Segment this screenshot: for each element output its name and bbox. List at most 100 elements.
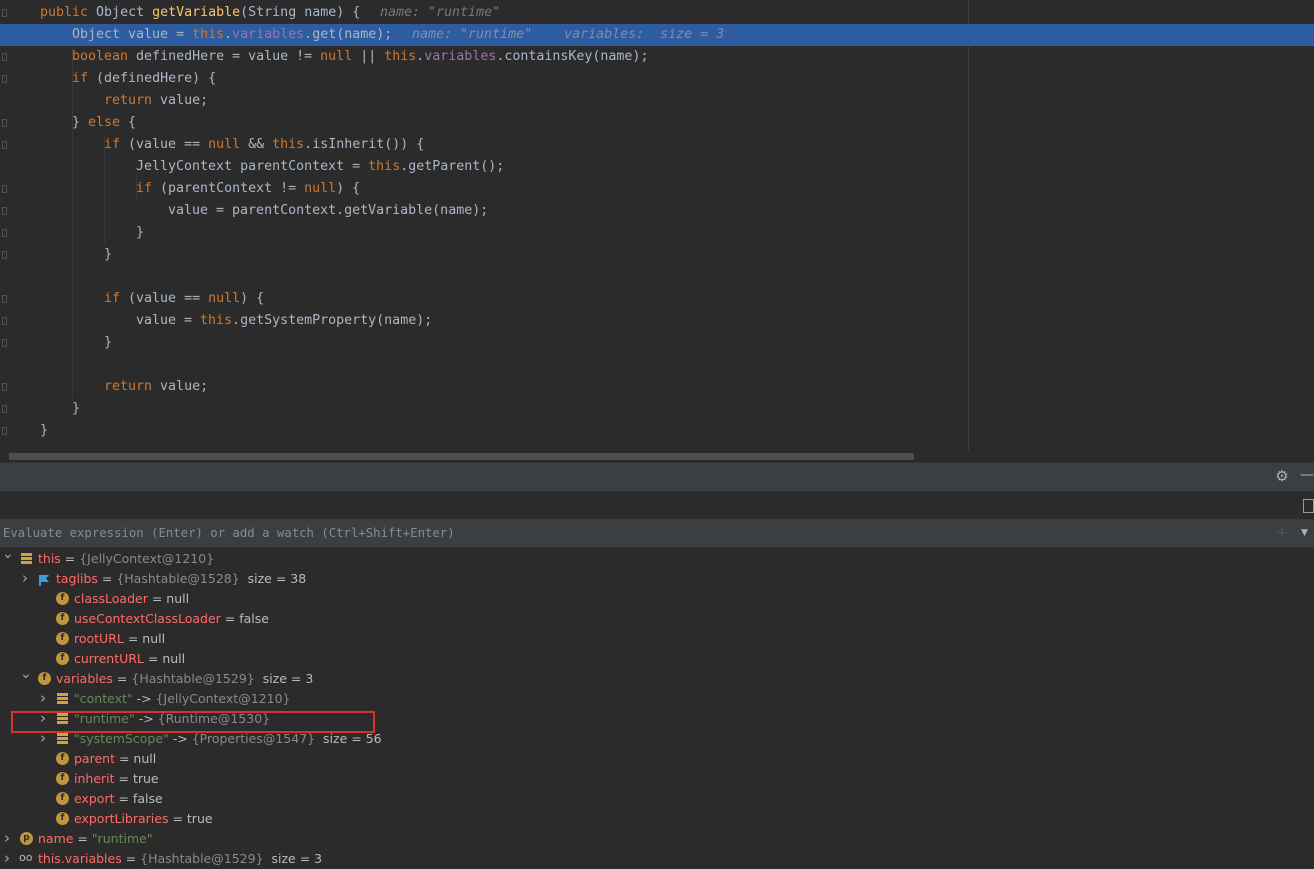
code-token: } xyxy=(104,335,113,350)
variable-row[interactable]: › oo this.variables = {Hashtable@1529} siz… xyxy=(0,849,1314,869)
variable-text: export = false xyxy=(74,789,163,809)
code-line[interactable]: JellyContext parentContext = this.getPar… xyxy=(0,156,1314,178)
code-token: value; xyxy=(160,93,209,108)
variable-text: name = "runtime" xyxy=(38,829,153,849)
code-token: } xyxy=(40,423,49,438)
variable-row[interactable]: f currentURL = null xyxy=(0,649,1314,669)
fold-marker-icon[interactable] xyxy=(2,141,7,149)
code-token: value = xyxy=(136,313,201,328)
parameter-icon: p xyxy=(20,832,33,845)
layout-icon[interactable] xyxy=(1303,499,1314,513)
variable-value: true xyxy=(186,811,213,826)
chevron-down-icon[interactable]: ▼ xyxy=(1301,523,1313,543)
variable-value: size = 3 xyxy=(263,851,323,866)
fold-marker-icon[interactable] xyxy=(2,53,7,61)
minimize-icon[interactable]: — xyxy=(1300,465,1314,485)
variable-row[interactable]: f exportLibraries = true xyxy=(0,809,1314,829)
variable-name: name xyxy=(38,831,74,846)
variable-eq: = xyxy=(168,811,187,826)
fold-marker-icon[interactable] xyxy=(2,427,7,435)
chevron-right-icon[interactable]: › xyxy=(2,828,12,848)
code-line[interactable]: Object value = this.variables.get(name);… xyxy=(0,24,1314,46)
fold-marker-icon[interactable] xyxy=(2,229,7,237)
variable-eq: = xyxy=(73,831,92,846)
variable-value: null xyxy=(142,631,166,646)
field-icon: f xyxy=(56,592,69,605)
evaluate-expression-input[interactable] xyxy=(0,519,1266,547)
code-line-text: JellyContext parentContext = this.getPar… xyxy=(136,156,504,178)
variable-row[interactable]: › taglibs = {Hashtable@1528} size = 38 xyxy=(0,569,1314,589)
code-line[interactable]: } xyxy=(0,244,1314,266)
variable-row[interactable]: f parent = null xyxy=(0,749,1314,769)
variable-name: variables xyxy=(56,671,113,686)
variable-eq: = xyxy=(114,791,133,806)
code-line[interactable]: } xyxy=(0,222,1314,244)
variable-row[interactable]: ⌄ f variables = {Hashtable@1529} size = 3 xyxy=(0,666,1314,689)
fold-marker-icon[interactable] xyxy=(2,75,7,83)
code-token: this xyxy=(368,159,401,174)
code-line[interactable]: return value; xyxy=(0,376,1314,398)
fold-marker-icon[interactable] xyxy=(2,405,7,413)
code-token: value = parentContext.getVariable(name); xyxy=(168,203,489,218)
variable-row[interactable]: f inherit = true xyxy=(0,769,1314,789)
code-token: .getParent(); xyxy=(400,159,505,174)
code-line[interactable]: if (value == null && this.isInherit()) { xyxy=(0,134,1314,156)
code-line[interactable]: if (definedHere) { xyxy=(0,68,1314,90)
horizontal-scrollbar-thumb[interactable] xyxy=(9,453,914,460)
fold-marker-icon[interactable] xyxy=(2,207,7,215)
code-line-text: if (value == null && this.isInherit()) { xyxy=(104,134,424,156)
variables-tree[interactable]: ⌄ this = {JellyContext@1210} › taglibs = {H… xyxy=(0,546,1314,869)
code-line[interactable]: if (parentContext != null) { xyxy=(0,178,1314,200)
code-token: ) { xyxy=(336,181,361,196)
code-token: { xyxy=(128,115,137,130)
fold-marker-icon[interactable] xyxy=(2,339,7,347)
variable-row[interactable]: f classLoader = null xyxy=(0,589,1314,609)
variable-value: null xyxy=(133,751,157,766)
code-line[interactable]: if (value == null) { xyxy=(0,288,1314,310)
chevron-right-icon[interactable]: › xyxy=(2,848,12,868)
variable-text: taglibs = {Hashtable@1528} size = 38 xyxy=(56,569,306,589)
code-token: public xyxy=(40,5,97,20)
fold-marker-icon[interactable] xyxy=(2,383,7,391)
code-line[interactable] xyxy=(0,354,1314,376)
variable-row[interactable]: f useContextClassLoader = false xyxy=(0,609,1314,629)
add-watch-icon[interactable]: + xyxy=(1276,523,1290,543)
fold-marker-icon[interactable] xyxy=(2,185,7,193)
fold-marker-icon[interactable] xyxy=(2,295,7,303)
variable-type: {Hashtable@1529} xyxy=(131,671,255,686)
code-line-text: Object value = this.variables.get(name); xyxy=(72,24,392,46)
code-token: } xyxy=(104,247,113,262)
fold-marker-icon[interactable] xyxy=(2,251,7,259)
variable-text: useContextClassLoader = false xyxy=(74,609,269,629)
variable-type: {JellyContext@1210} xyxy=(79,551,215,566)
variable-row[interactable]: f export = false xyxy=(0,789,1314,809)
code-line-text: return value; xyxy=(104,376,208,398)
code-line[interactable]: value = parentContext.getVariable(name); xyxy=(0,200,1314,222)
chevron-right-icon[interactable]: › xyxy=(38,688,48,708)
code-line[interactable] xyxy=(0,266,1314,288)
variable-row[interactable]: f rootURL = null xyxy=(0,629,1314,649)
chevron-down-icon[interactable]: ⌄ xyxy=(2,544,14,564)
fold-marker-icon[interactable] xyxy=(2,317,7,325)
code-line[interactable]: } xyxy=(0,398,1314,420)
variable-row[interactable]: › p name = "runtime" xyxy=(0,829,1314,849)
chevron-down-icon[interactable]: ⌄ xyxy=(20,664,32,684)
variable-row[interactable]: › "context" -> {JellyContext@1210} xyxy=(0,689,1314,709)
code-line-text: value = this.getSystemProperty(name); xyxy=(136,310,432,332)
code-line[interactable]: value = this.getSystemProperty(name); xyxy=(0,310,1314,332)
code-line[interactable]: boolean definedHere = value != null || t… xyxy=(0,46,1314,68)
gear-icon[interactable]: ⚙ xyxy=(1274,468,1290,484)
variable-row[interactable]: ⌄ this = {JellyContext@1210} xyxy=(0,546,1314,569)
code-token: (parentContext != xyxy=(160,181,305,196)
chevron-right-icon[interactable]: › xyxy=(20,568,30,588)
code-editor[interactable]: public Object getVariable(String name) {… xyxy=(0,0,1314,462)
code-line[interactable]: public Object getVariable(String name) {… xyxy=(0,2,1314,24)
fold-marker-icon[interactable] xyxy=(2,119,7,127)
code-line[interactable]: } xyxy=(0,332,1314,354)
code-line[interactable]: } else { xyxy=(0,112,1314,134)
code-line[interactable]: return value; xyxy=(0,90,1314,112)
code-token: this xyxy=(192,27,225,42)
field-icon: f xyxy=(56,632,69,645)
code-line[interactable]: } xyxy=(0,420,1314,442)
fold-marker-icon[interactable] xyxy=(2,9,7,17)
